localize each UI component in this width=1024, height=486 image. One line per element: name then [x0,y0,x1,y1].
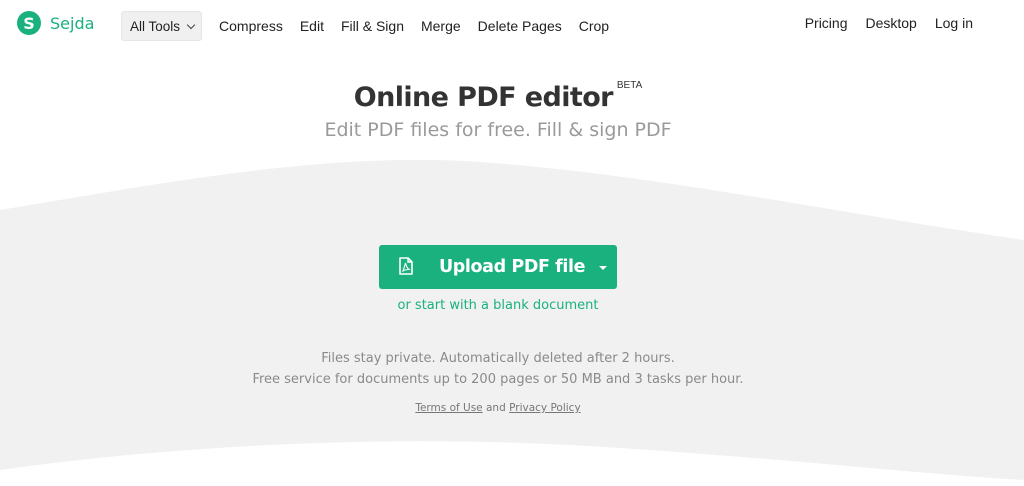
account-nav: Pricing Desktop Log in [805,15,973,31]
all-tools-dropdown[interactable]: All Tools [121,11,203,41]
nav-link-delete-pages[interactable]: Delete Pages [478,18,562,34]
beta-badge: BETA [616,80,643,91]
nav-link-pricing[interactable]: Pricing [805,15,848,31]
privacy-policy-link[interactable]: Privacy Policy [509,402,581,414]
sejda-logo-icon: S [17,11,41,35]
legal-links: Terms of Use and Privacy Policy [0,402,996,414]
chevron-down-icon [186,20,196,29]
upload-pdf-label: Upload PDF file [439,257,586,277]
pdf-file-icon [399,257,413,275]
sejda-logo[interactable]: S Sejda [17,11,94,35]
nav-link-compress[interactable]: Compress [219,18,283,34]
page-subtitle: Edit PDF files for free. Fill & sign PDF [324,119,672,141]
background-wave-band [0,159,1024,486]
nav-link-login[interactable]: Log in [935,15,973,31]
terms-of-use-link[interactable]: Terms of Use [415,402,482,414]
nav-link-merge[interactable]: Merge [421,18,461,34]
nav-link-desktop[interactable]: Desktop [865,15,916,31]
caret-down-icon[interactable] [599,266,607,270]
legal-and-text: and [486,402,506,414]
logo-text: Sejda [50,13,95,33]
nav-link-crop[interactable]: Crop [579,18,609,34]
page-title: Online PDF editor BETA [0,80,996,113]
nav-link-fill-sign[interactable]: Fill & Sign [341,18,404,34]
limits-info-text: Free service for documents up to 200 pag… [252,372,744,387]
main-nav: All Tools Compress Edit Fill & Sign Merg… [121,11,609,41]
top-header: S Sejda All Tools Compress Edit Fill & S… [0,0,1024,48]
nav-link-edit[interactable]: Edit [300,18,324,34]
blank-document-link[interactable]: or start with a blank document [0,298,996,313]
all-tools-label: All Tools [130,18,181,34]
page-title-text: Online PDF editor [353,82,614,113]
upload-pdf-button[interactable]: Upload PDF file [379,245,617,289]
privacy-info-text: Files stay private. Automatically delete… [321,351,675,366]
